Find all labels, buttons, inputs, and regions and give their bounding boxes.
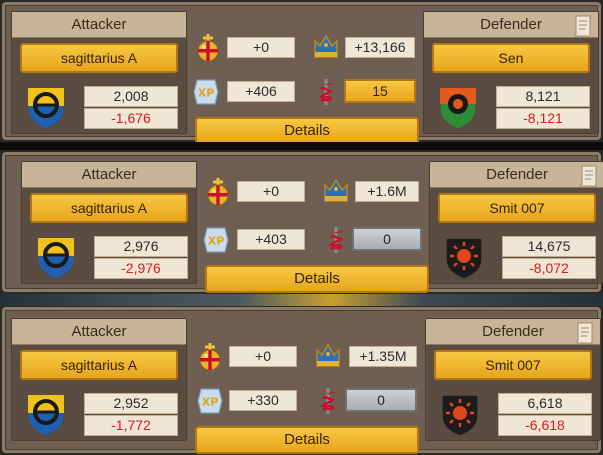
attacker-troops-loss: -1,676 — [84, 108, 178, 129]
attacker-panel: Attacker sagittarius A 2,976 -2,976 — [21, 161, 197, 284]
caduceus-icon — [311, 77, 341, 107]
separator — [0, 142, 603, 150]
defender-panel: Defender Smit 007 14,675 -8,072 — [429, 161, 603, 284]
attacker-troops-value: 2,952 — [84, 393, 178, 414]
defender-troops-loss: -8,072 — [502, 258, 596, 279]
scroll-icon[interactable] — [578, 164, 600, 188]
power-value: +13,166 — [345, 37, 415, 58]
defender-emblem-icon — [436, 84, 480, 130]
blue-crown-icon — [311, 31, 341, 61]
details-button[interactable]: Details — [205, 265, 429, 293]
details-button[interactable]: Details — [195, 426, 419, 454]
attacker-panel: Attacker sagittarius A 2,008 -1,676 — [11, 11, 187, 134]
defender-name-button[interactable]: Sen — [432, 43, 590, 73]
attacker-troops-value: 2,976 — [94, 236, 188, 257]
xp-value: +406 — [227, 81, 295, 102]
heal-count: 15 — [344, 79, 416, 103]
scroll-icon[interactable] — [572, 14, 594, 38]
attacker-panel: Attacker sagittarius A 2,952 -1,772 — [11, 318, 187, 441]
xp-value: +403 — [237, 229, 305, 250]
defender-name-button[interactable]: Smit 007 — [434, 350, 592, 380]
attacker-troops-value: 2,008 — [84, 86, 178, 107]
attacker-emblem-icon — [24, 391, 68, 437]
defender-emblem-icon — [438, 391, 482, 437]
battle-report-card: Attacker sagittarius A 2,952 -1,772 +0 +… — [2, 307, 601, 454]
golden-orb-icon — [195, 342, 225, 372]
defender-name-button[interactable]: Smit 007 — [438, 193, 596, 223]
defender-troops-loss: -8,121 — [496, 108, 590, 129]
defender-panel: Defender Smit 007 6,618 -6,618 — [425, 318, 601, 441]
defender-troops-value: 8,121 — [496, 86, 590, 107]
xp-icon — [201, 225, 231, 255]
heal-count: 0 — [345, 388, 417, 412]
orb-value: +0 — [237, 181, 305, 202]
blue-crown-icon — [313, 340, 343, 370]
battle-stats: +0 +13,166 +406 15 Details — [187, 9, 420, 145]
attacker-troops-loss: -2,976 — [94, 258, 188, 279]
golden-orb-icon — [193, 33, 223, 63]
heal-count: 0 — [352, 227, 422, 251]
battle-report-card: Attacker sagittarius A 2,008 -1,676 +0 +… — [2, 2, 601, 145]
defender-troops-value: 14,675 — [502, 236, 596, 257]
attacker-emblem-icon — [34, 234, 78, 280]
attacker-header: Attacker — [12, 12, 186, 38]
defender-troops-value: 6,618 — [498, 393, 592, 414]
caduceus-icon — [321, 225, 351, 255]
attacker-name-button[interactable]: sagittarius A — [30, 193, 188, 223]
attacker-header: Attacker — [22, 162, 196, 188]
caduceus-icon — [313, 386, 343, 416]
battle-report-card: Attacker sagittarius A 2,976 -2,976 +0 +… — [2, 152, 603, 293]
orb-value: +0 — [229, 346, 297, 367]
attacker-troops-loss: -1,772 — [84, 415, 178, 436]
battle-stats: +0 +1.35M +330 0 Details — [187, 316, 420, 454]
power-value: +1.6M — [355, 181, 419, 202]
battle-stats: +0 +1.6M +403 0 Details — [197, 159, 430, 293]
blue-crown-icon — [321, 175, 351, 205]
details-button[interactable]: Details — [195, 117, 419, 145]
attacker-emblem-icon — [24, 84, 68, 130]
defender-panel: Defender Sen 8,121 -8,121 — [423, 11, 599, 134]
xp-icon — [191, 77, 221, 107]
attacker-name-button[interactable]: sagittarius A — [20, 43, 178, 73]
xp-value: +330 — [229, 390, 297, 411]
defender-emblem-icon — [442, 234, 486, 280]
scroll-icon[interactable] — [574, 321, 596, 345]
background-strip — [0, 294, 603, 306]
power-value: +1.35M — [349, 346, 417, 367]
golden-orb-icon — [203, 177, 233, 207]
defender-troops-loss: -6,618 — [498, 415, 592, 436]
attacker-header: Attacker — [12, 319, 186, 345]
orb-value: +0 — [227, 37, 295, 58]
xp-icon — [195, 386, 225, 416]
attacker-name-button[interactable]: sagittarius A — [20, 350, 178, 380]
